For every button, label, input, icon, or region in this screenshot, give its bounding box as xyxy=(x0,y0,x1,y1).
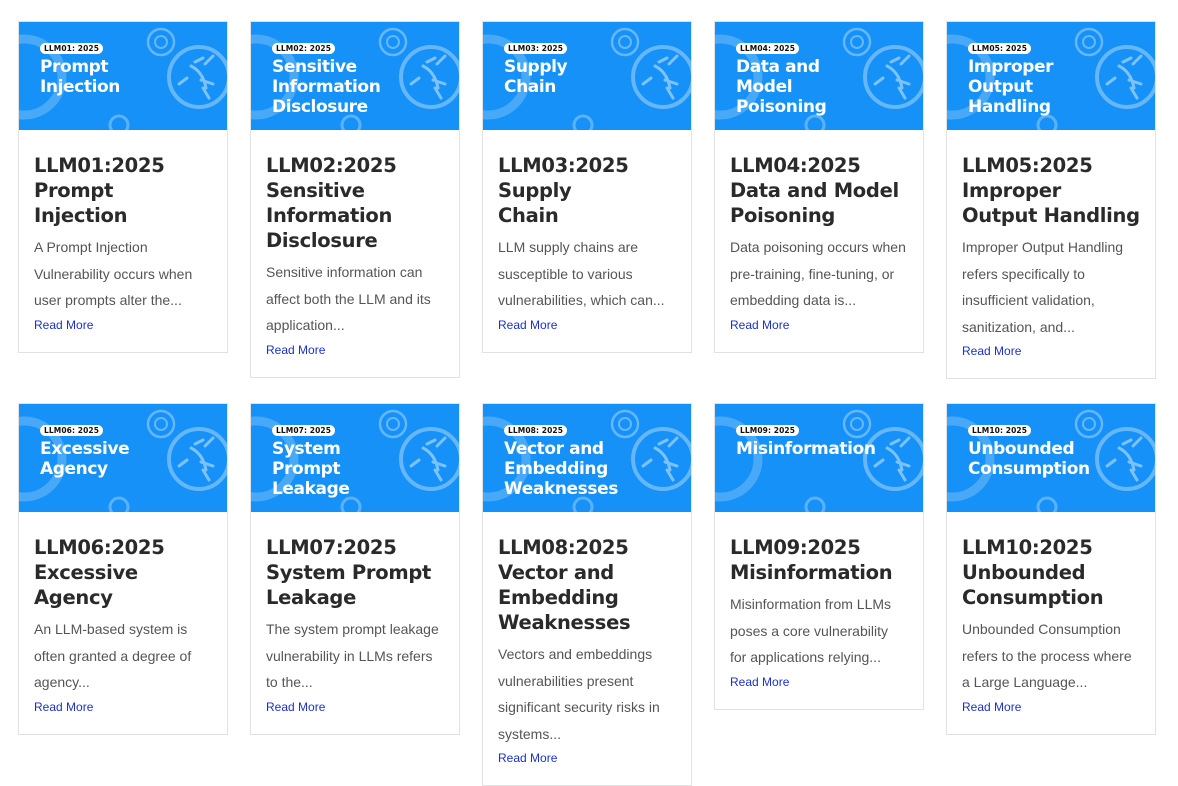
read-more-link[interactable]: Read More xyxy=(730,317,908,333)
card-description: Misinformation from LLMs poses a core vu… xyxy=(730,596,892,665)
banner-badge: LLM01: 2025 xyxy=(40,43,104,54)
card-title[interactable]: LLM04:2025 Data and Model Poisoning xyxy=(730,153,908,228)
card-llm09[interactable]: LLM09: 2025 Misinformation LLM09:2025 Mi… xyxy=(714,403,924,710)
banner-title: Vector and Embedding Weaknesses xyxy=(504,439,618,499)
wasp-logo-icon xyxy=(1095,45,1155,109)
read-more-link[interactable]: Read More xyxy=(962,343,1140,359)
banner-badge: LLM06: 2025 xyxy=(40,425,104,436)
banner-badge: LLM09: 2025 xyxy=(736,425,800,436)
banner-badge: LLM04: 2025 xyxy=(736,43,800,54)
read-more-link[interactable]: Read More xyxy=(962,699,1140,715)
card-title[interactable]: LLM07:2025 System Prompt Leakage xyxy=(266,535,444,610)
card-title[interactable]: LLM02:2025 Sensitive Information Disclos… xyxy=(266,153,397,253)
card-description: An LLM-based system is often granted a d… xyxy=(34,621,192,690)
card-description: The system prompt leakage vulnerability … xyxy=(266,621,439,690)
wasp-logo-icon xyxy=(399,45,459,109)
banner-badge: LLM10: 2025 xyxy=(968,425,1032,436)
read-more-link[interactable]: Read More xyxy=(266,699,444,715)
card-banner[interactable]: LLM05: 2025 Improper Output Handling xyxy=(947,22,1155,130)
card-llm04[interactable]: LLM04: 2025 Data and Model Poisoning LLM… xyxy=(714,21,924,353)
banner-badge: LLM02: 2025 xyxy=(272,43,336,54)
card-description: Data poisoning occurs when pre-training,… xyxy=(730,239,906,308)
card-title[interactable]: LLM01:2025 Prompt Injection xyxy=(34,153,212,228)
banner-title: Improper Output Handling xyxy=(968,57,1054,117)
banner-badge: LLM08: 2025 xyxy=(504,425,568,436)
card-llm02[interactable]: LLM02: 2025 Sensitive Information Disclo… xyxy=(250,21,460,378)
card-title[interactable]: LLM05:2025 Improper Output Handling xyxy=(962,153,1140,228)
card-llm08[interactable]: LLM08: 2025 Vector and Embedding Weaknes… xyxy=(482,403,692,786)
card-llm03[interactable]: LLM03: 2025 Supply Chain LLM03:2025 Supp… xyxy=(482,21,692,353)
card-llm07[interactable]: LLM07: 2025 System Prompt Leakage LLM07:… xyxy=(250,403,460,735)
card-title[interactable]: LLM06:2025 Excessive Agency xyxy=(34,535,212,610)
card-banner[interactable]: LLM04: 2025 Data and Model Poisoning xyxy=(715,22,923,130)
card-title[interactable]: LLM08:2025 Vector and Embedding Weakness… xyxy=(498,535,638,635)
card-title[interactable]: LLM09:2025 Misinformation xyxy=(730,535,908,585)
card-description: A Prompt Injection Vulnerability occurs … xyxy=(34,239,193,308)
card-banner[interactable]: LLM07: 2025 System Prompt Leakage xyxy=(251,404,459,512)
card-description: Vectors and embeddings vulnerabilities p… xyxy=(498,646,660,742)
banner-title: Excessive Agency xyxy=(40,439,130,479)
card-description: Improper Output Handling refers specific… xyxy=(962,239,1124,335)
card-banner[interactable]: LLM01: 2025 Prompt Injection xyxy=(19,22,227,130)
card-llm05[interactable]: LLM05: 2025 Improper Output Handling LLM… xyxy=(946,21,1156,379)
wasp-logo-icon xyxy=(863,427,923,491)
banner-badge: LLM07: 2025 xyxy=(272,425,336,436)
banner-badge: LLM05: 2025 xyxy=(968,43,1032,54)
read-more-link[interactable]: Read More xyxy=(498,750,676,766)
wasp-logo-icon xyxy=(631,45,691,109)
card-title[interactable]: LLM03:2025 Supply Chain xyxy=(498,153,638,228)
card-llm01[interactable]: LLM01: 2025 Prompt Injection LLM01:2025 … xyxy=(18,21,228,353)
banner-badge: LLM03: 2025 xyxy=(504,43,568,54)
card-description: LLM supply chains are susceptible to var… xyxy=(498,239,665,308)
card-description: Sensitive information can affect both th… xyxy=(266,264,431,333)
card-llm06[interactable]: LLM06: 2025 Excessive Agency LLM06:2025 … xyxy=(18,403,228,735)
card-banner[interactable]: LLM06: 2025 Excessive Agency xyxy=(19,404,227,512)
card-title[interactable]: LLM10:2025 Unbounded Consumption xyxy=(962,535,1104,610)
banner-title: Sensitive Information Disclosure xyxy=(272,57,381,117)
banner-title: Unbounded Consumption xyxy=(968,439,1090,479)
card-banner[interactable]: LLM03: 2025 Supply Chain xyxy=(483,22,691,130)
banner-title: Supply Chain xyxy=(504,57,568,97)
banner-title: Misinformation xyxy=(736,439,876,459)
card-banner[interactable]: LLM08: 2025 Vector and Embedding Weaknes… xyxy=(483,404,691,512)
card-description: Unbounded Consumption refers to the proc… xyxy=(962,621,1132,690)
read-more-link[interactable]: Read More xyxy=(730,674,908,690)
wasp-logo-icon xyxy=(399,427,459,491)
wasp-logo-icon xyxy=(167,45,227,109)
banner-title: System Prompt Leakage xyxy=(272,439,350,499)
card-banner[interactable]: LLM10: 2025 Unbounded Consumption xyxy=(947,404,1155,512)
read-more-link[interactable]: Read More xyxy=(498,317,676,333)
card-banner[interactable]: LLM09: 2025 Misinformation xyxy=(715,404,923,512)
card-banner[interactable]: LLM02: 2025 Sensitive Information Disclo… xyxy=(251,22,459,130)
banner-title: Prompt Injection xyxy=(40,57,120,97)
read-more-link[interactable]: Read More xyxy=(34,317,212,333)
read-more-link[interactable]: Read More xyxy=(34,699,212,715)
banner-title: Data and Model Poisoning xyxy=(736,57,827,117)
wasp-logo-icon xyxy=(631,427,691,491)
card-llm10[interactable]: LLM10: 2025 Unbounded Consumption LLM10:… xyxy=(946,403,1156,735)
read-more-link[interactable]: Read More xyxy=(266,342,444,358)
wasp-logo-icon xyxy=(167,427,227,491)
wasp-logo-icon xyxy=(863,45,923,109)
